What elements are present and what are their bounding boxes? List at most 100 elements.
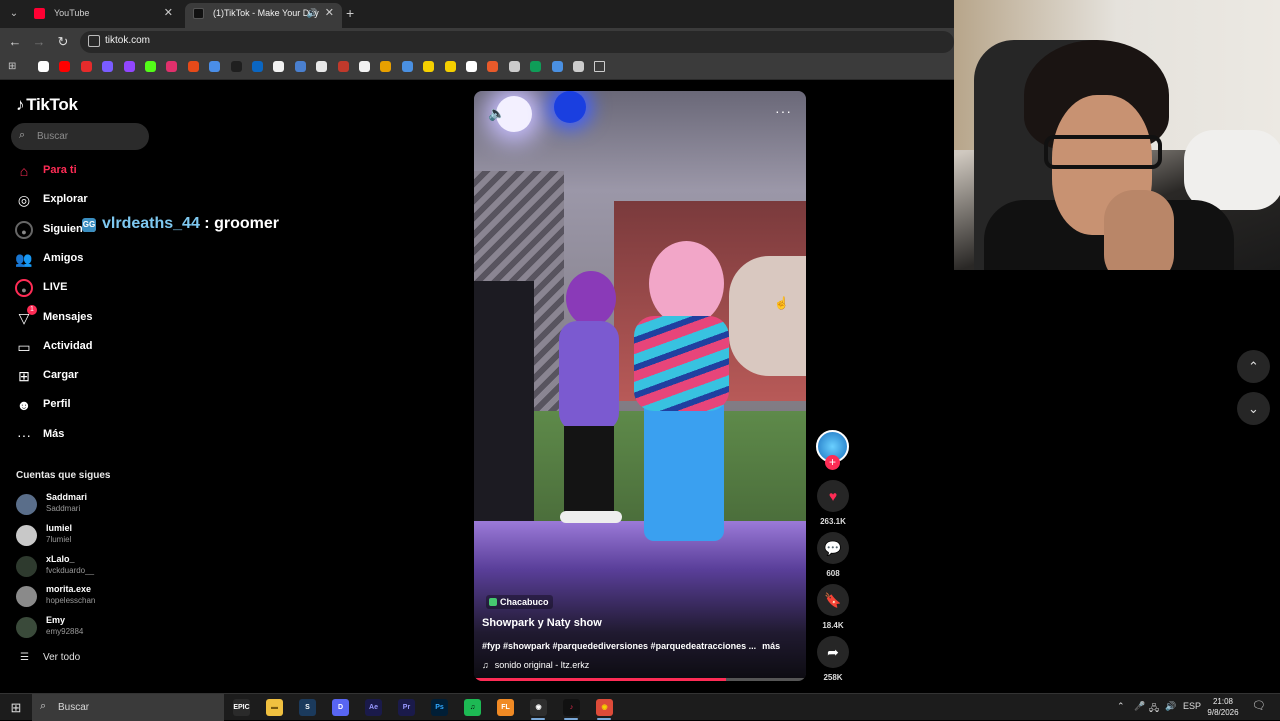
taskbar-search-placeholder: Buscar — [58, 702, 90, 713]
video-progress-bar[interactable] — [474, 678, 806, 681]
bookmark-icon[interactable] — [487, 61, 499, 72]
bookmark-icon[interactable] — [209, 61, 221, 72]
tab-youtube[interactable]: YouTube ✕ — [26, 3, 181, 28]
sidebar-item-live[interactable]: ● LIVE — [15, 278, 195, 298]
tiktok-logo[interactable]: ♪ TikTok — [16, 95, 78, 115]
spotify-taskbar-icon[interactable]: ♫ — [464, 699, 481, 716]
tray-chevron-icon[interactable]: ⌃ — [1117, 701, 1125, 712]
bookmark-icon[interactable] — [551, 61, 563, 72]
followed-account[interactable]: lumiel 7lumiel — [16, 522, 156, 550]
bookmark-icon[interactable] — [145, 61, 156, 72]
bookmark-icon[interactable] — [423, 61, 435, 72]
photoshop-taskbar-icon[interactable]: Ps — [431, 699, 448, 716]
followed-account[interactable]: xLalo_ fvckduardo__ — [16, 553, 156, 581]
bookmark-icon[interactable] — [166, 61, 178, 72]
fl-studio-taskbar-icon[interactable]: FL — [497, 699, 514, 716]
language-indicator[interactable]: ESP — [1183, 701, 1201, 711]
close-tab-icon[interactable]: ✕ — [164, 3, 173, 24]
bookmark-icon[interactable] — [508, 61, 520, 72]
webcam-pillow — [1184, 130, 1280, 210]
steam-taskbar-icon[interactable]: S — [299, 699, 316, 716]
bookmark-icon[interactable] — [444, 61, 456, 72]
followed-account[interactable]: morita.exe hopelesschan — [16, 583, 156, 611]
video-more-button[interactable]: ··· — [775, 103, 792, 119]
account-handle: Saddmari — [46, 504, 81, 513]
reload-icon[interactable]: ↻ — [53, 32, 73, 52]
site-info-icon[interactable] — [88, 35, 100, 47]
new-tab-button[interactable]: + — [346, 5, 354, 21]
bookmark-icon[interactable] — [80, 61, 92, 72]
see-all-button[interactable]: ☰ Ver todo — [20, 652, 94, 663]
more-link[interactable]: más — [762, 641, 780, 651]
bookmark-icon[interactable] — [466, 61, 477, 72]
search-input[interactable]: ⌕ Buscar — [11, 123, 149, 150]
previous-video-button[interactable]: ⌃ — [1237, 350, 1270, 383]
notifications-icon[interactable]: 🗨 — [1252, 699, 1266, 712]
after-effects-taskbar-icon[interactable]: Ae — [365, 699, 382, 716]
discord-taskbar-icon[interactable]: D — [332, 699, 349, 716]
sidebar-item-mensajes[interactable]: ▽ 1 Mensajes — [15, 304, 195, 328]
video-player[interactable]: 🔈 ··· ☝ Chacabuco Showpark y Naty show #… — [474, 91, 806, 681]
sidebar-item-actividad[interactable]: ▭ Actividad — [15, 337, 195, 357]
followed-account[interactable]: Emy emy92884 — [16, 614, 156, 642]
network-icon[interactable]: 🖧 — [1149, 701, 1159, 717]
bookmark-icon[interactable] — [359, 61, 370, 72]
taskbar-clock[interactable]: 21:08 9/8/2026 — [1204, 696, 1242, 718]
chrome-taskbar-icon[interactable]: ◉ — [596, 699, 613, 716]
upload-icon: ⊞ — [18, 368, 30, 385]
epic-taskbar-icon[interactable]: EPIC — [233, 699, 250, 716]
windows-start-icon[interactable]: ⊞ — [8, 700, 24, 716]
mouse-cursor-icon: ☝ — [774, 296, 789, 310]
tab-search-icon[interactable]: ⌄ — [6, 6, 22, 22]
volume-icon[interactable]: 🔈 — [488, 105, 505, 122]
forward-icon[interactable]: → — [29, 32, 49, 52]
next-video-button[interactable]: ⌄ — [1237, 392, 1270, 425]
like-button[interactable]: ♥ — [817, 480, 849, 512]
location-tag[interactable]: Chacabuco — [486, 595, 553, 609]
bookmark-icon[interactable] — [573, 61, 584, 72]
follow-plus-button[interactable]: + — [825, 455, 840, 470]
obs-taskbar-icon[interactable]: ◉ — [530, 699, 547, 716]
address-bar[interactable]: tiktok.com — [80, 31, 954, 53]
explorer-taskbar-icon[interactable]: ▬ — [266, 699, 283, 716]
bookmark-icon[interactable] — [530, 61, 542, 72]
hashtags-text[interactable]: #fyp #showpark #parquedediversiones #par… — [482, 641, 756, 651]
sidebar-item-cargar[interactable]: ⊞ Cargar — [15, 366, 195, 386]
bookmark-icon[interactable] — [252, 61, 263, 72]
bookmark-button[interactable]: 🔖 — [817, 584, 849, 616]
share-button[interactable]: ➦ — [817, 636, 849, 668]
sidebar-item-para-ti[interactable]: ⌂ Para ti — [15, 161, 195, 181]
back-icon[interactable]: ← — [5, 32, 25, 52]
sidebar-item-mas[interactable]: ··· Más — [15, 425, 195, 445]
premiere-taskbar-icon[interactable]: Pr — [398, 699, 415, 716]
bookmark-icon[interactable] — [102, 61, 114, 72]
bookmark-icon[interactable] — [230, 61, 242, 72]
volume-tray-icon[interactable]: 🔊 — [1165, 701, 1176, 712]
bookmark-icon[interactable] — [380, 61, 392, 72]
tab-tiktok[interactable]: (1)TikTok - Make Your Day 🔊 ✕ — [185, 3, 342, 28]
microphone-icon[interactable]: 🎤 — [1134, 701, 1145, 712]
taskbar-search-input[interactable]: ⌕ Buscar — [32, 694, 224, 721]
followed-account[interactable]: Saddmari Saddmari — [16, 491, 156, 519]
bookmark-icon[interactable] — [337, 61, 349, 72]
close-tab-icon[interactable]: ✕ — [325, 3, 334, 24]
bookmark-icon[interactable] — [187, 61, 199, 72]
sidebar-item-explorar[interactable]: ◎ Explorar — [15, 190, 195, 210]
tiktok-taskbar-icon[interactable]: ♪ — [563, 699, 580, 716]
bookmark-icon[interactable] — [123, 61, 135, 72]
comment-button[interactable]: 💬 — [817, 532, 849, 564]
bookmark-icon[interactable] — [273, 61, 285, 72]
bookmark-icon[interactable] — [316, 61, 328, 72]
clock-time: 21:08 — [1212, 697, 1234, 706]
bookmark-icon[interactable] — [401, 61, 413, 72]
sidebar-item-perfil[interactable]: ☻ Perfil — [15, 395, 195, 415]
bookmark-folder-icon[interactable] — [594, 61, 605, 72]
sidebar-item-amigos[interactable]: 👥 Amigos — [15, 249, 195, 269]
video-sound[interactable]: ♫ sonido original - ltz.erkz — [482, 660, 595, 670]
bookmark-icon[interactable] — [38, 61, 49, 72]
apps-grid-icon[interactable]: ⊞ — [8, 61, 19, 72]
chat-message: groomer — [214, 215, 279, 232]
bookmark-icon[interactable] — [294, 61, 306, 72]
bookmark-icon[interactable] — [59, 61, 71, 72]
speaker-icon[interactable]: 🔊 — [307, 3, 318, 24]
